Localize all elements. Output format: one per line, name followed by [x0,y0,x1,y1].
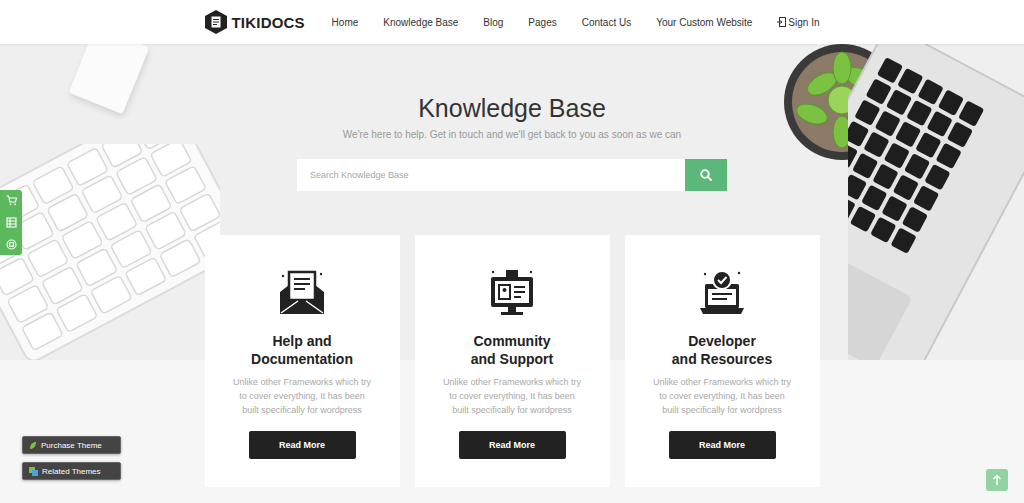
search-input[interactable] [297,159,685,191]
read-more-button[interactable]: Read More [249,431,356,459]
sign-in-link[interactable]: Sign In [777,17,819,28]
header: TIKIDOCS Home Knowledge Base Blog Pages Conta… [0,0,1024,44]
magnifier-icon [700,169,712,181]
read-more-button[interactable]: Read More [459,431,566,459]
hero-subtitle: We're here to help. Get in touch and we'… [343,128,681,142]
card-title: Communityand Support [471,332,553,368]
card-list: Help andDocumentation Unlike other Framew… [205,235,820,487]
card-description: Unlike other Frameworks which tryto cove… [443,375,581,417]
logo-text: TIKIDOCS [232,14,305,31]
side-toolbar [0,190,22,255]
floating-button[interactable]: Purchase Theme [22,436,121,454]
card-description: Unlike other Frameworks which tryto cove… [653,375,791,417]
main-nav: Home Knowledge Base Blog Pages Contact Us You… [332,17,820,28]
stacked-squares-icon [29,467,38,476]
laptop-check-icon [697,268,747,318]
card: Communityand Support Unlike other Framewo… [415,235,610,487]
laptop-photo [848,44,1024,360]
page: TIKIDOCS Home Knowledge Base Blog Pages Conta… [0,0,1024,503]
search-bar [297,159,727,191]
scroll-top-button[interactable] [986,469,1008,491]
card-title: Developerand Resources [672,332,772,368]
nav-item[interactable]: Contact Us [582,17,631,28]
support-icon [6,239,17,250]
monitor-id-card-icon [487,268,537,318]
side-tool[interactable] [4,215,19,230]
side-tool[interactable] [4,193,19,208]
sign-in-icon [777,17,786,27]
card-description: Unlike other Frameworks which tryto cove… [233,375,371,417]
eraser-photo [69,44,150,114]
side-tool[interactable] [4,237,19,252]
list-icon [6,217,17,228]
nav-item[interactable]: Your Custom Website [656,17,752,28]
card: Help andDocumentation Unlike other Framew… [205,235,400,487]
card-title: Help andDocumentation [251,332,353,368]
read-more-button[interactable]: Read More [669,431,776,459]
hero-title: Knowledge Base [418,94,606,122]
search-button[interactable] [685,159,727,191]
leaf-icon [29,441,37,450]
nav-item[interactable]: Blog [483,17,503,28]
nav-item[interactable]: Knowledge Base [383,17,458,28]
nav-item[interactable]: Home [332,17,359,28]
nav-item[interactable]: Pages [528,17,556,28]
cart-icon [6,195,17,206]
logo[interactable]: TIKIDOCS [205,10,305,34]
keyboard-photo [0,144,220,360]
envelope-letter-icon [277,268,327,318]
hero: Knowledge Base We're here to help. Get in… [0,44,1024,191]
arrow-up-icon [992,474,1002,486]
main: Knowledge Base We're here to help. Get in… [0,44,1024,487]
hexagon-document-icon [205,10,227,34]
floating-buttons: Purchase Theme Related Themes [22,436,121,480]
card: Developerand Resources Unlike other Frame… [625,235,820,487]
floating-button[interactable]: Related Themes [22,462,121,480]
